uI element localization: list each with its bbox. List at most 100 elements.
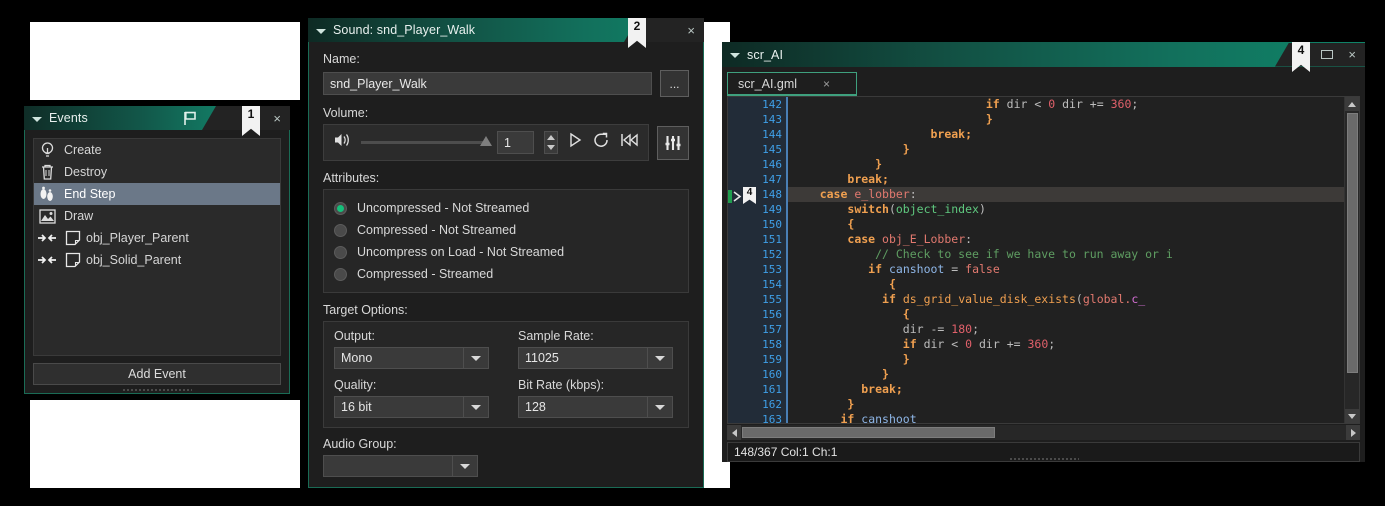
output-select[interactable]: Mono: [334, 347, 489, 369]
attribute-option-uncompressed-not-streamed[interactable]: Uncompressed - Not Streamed: [334, 197, 678, 219]
code-line[interactable]: if canshoot: [788, 412, 1344, 423]
code-close-button[interactable]: ×: [1339, 43, 1365, 67]
code-line[interactable]: case obj_E_Lobber:: [788, 232, 1344, 247]
code-horizontal-scrollbar[interactable]: [727, 425, 1360, 440]
event-item-draw[interactable]: Draw: [34, 205, 280, 227]
events-window[interactable]: Events × 1 Create: [24, 106, 290, 394]
code-token: [792, 412, 840, 423]
event-item-obj-solid-parent[interactable]: obj_Solid_Parent: [34, 249, 280, 271]
stepper-up-icon[interactable]: [545, 132, 557, 143]
event-item-create[interactable]: Create: [34, 139, 280, 161]
code-line[interactable]: }: [788, 142, 1344, 157]
code-line[interactable]: {: [788, 277, 1344, 292]
rewind-icon[interactable]: [620, 132, 639, 153]
volume-slider-thumb[interactable]: [480, 136, 492, 146]
resize-grip[interactable]: [122, 388, 192, 392]
quality-select[interactable]: 16 bit: [334, 396, 489, 418]
code-line[interactable]: }: [788, 112, 1344, 127]
attribute-option-compressed-not-streamed[interactable]: Compressed - Not Streamed: [334, 219, 678, 241]
chevron-down-icon[interactable]: [463, 347, 489, 369]
resize-grip[interactable]: [1009, 457, 1079, 461]
code-line[interactable]: case e_lobber:: [788, 187, 1344, 202]
code-token: [792, 352, 903, 366]
flag-icon[interactable]: [182, 111, 198, 126]
bit-rate-select[interactable]: 128: [518, 396, 673, 418]
collapse-triangle-icon[interactable]: [32, 117, 42, 122]
scroll-down-arrow-icon[interactable]: [1345, 409, 1360, 423]
code-token: [792, 247, 875, 261]
code-line[interactable]: }: [788, 352, 1344, 367]
chevron-down-icon[interactable]: [452, 455, 478, 477]
code-line[interactable]: {: [788, 217, 1344, 232]
code-token: [792, 112, 986, 126]
code-editor-window[interactable]: scr_AI × 4 scr_AI.gml ×: [722, 42, 1365, 462]
bookmark-marker[interactable]: 4: [743, 187, 756, 204]
code-line[interactable]: break;: [788, 172, 1344, 187]
radio-icon[interactable]: [334, 202, 347, 215]
sound-title-text: Sound: snd_Player_Walk: [333, 23, 475, 37]
scroll-right-arrow-icon[interactable]: [1346, 425, 1360, 440]
radio-icon[interactable]: [334, 246, 347, 259]
chevron-down-icon[interactable]: [647, 347, 673, 369]
code-editor-area[interactable]: 4 14214314414514614714814915015115215315…: [727, 96, 1360, 424]
maximize-button[interactable]: [1321, 50, 1333, 59]
radio-icon[interactable]: [334, 224, 347, 237]
browse-button[interactable]: ...: [660, 70, 689, 97]
code-titlebar[interactable]: scr_AI × 4: [722, 42, 1365, 67]
event-label: Destroy: [64, 165, 107, 179]
scroll-up-arrow-icon[interactable]: [1345, 97, 1360, 111]
event-item-end-step[interactable]: End Step: [34, 183, 280, 205]
event-item-destroy[interactable]: Destroy: [34, 161, 280, 183]
chevron-down-icon[interactable]: [647, 396, 673, 418]
equalizer-button[interactable]: [657, 126, 689, 160]
file-tab-close-icon[interactable]: ×: [823, 77, 830, 91]
collapse-triangle-icon[interactable]: [316, 29, 326, 34]
sound-window[interactable]: Sound: snd_Player_Walk × 2 Name: snd_Pla…: [308, 18, 704, 488]
horizontal-scroll-thumb[interactable]: [742, 427, 995, 438]
sound-titlebar[interactable]: Sound: snd_Player_Walk × 2: [308, 18, 704, 42]
stepper-down-icon[interactable]: [545, 143, 557, 154]
loop-icon[interactable]: [593, 132, 610, 153]
code-line[interactable]: if dir < 0 dir += 360;: [788, 337, 1344, 352]
volume-stepper[interactable]: [544, 131, 558, 154]
code-line[interactable]: break;: [788, 382, 1344, 397]
code-vertical-scrollbar[interactable]: [1344, 97, 1359, 423]
sound-name-input[interactable]: snd_Player_Walk: [323, 72, 652, 95]
events-titlebar[interactable]: Events × 1: [24, 106, 290, 130]
attribute-option-uncompress-on-load[interactable]: Uncompress on Load - Not Streamed: [334, 241, 678, 263]
file-tab-scr-ai-gml[interactable]: scr_AI.gml ×: [727, 72, 857, 96]
event-item-obj-player-parent[interactable]: obj_Player_Parent: [34, 227, 280, 249]
attribute-option-compressed-streamed[interactable]: Compressed - Streamed: [334, 263, 678, 285]
collapse-triangle-icon[interactable]: [730, 53, 740, 58]
sound-close-button[interactable]: ×: [678, 18, 704, 42]
code-line[interactable]: }: [788, 397, 1344, 412]
sample-rate-select[interactable]: 11025: [518, 347, 673, 369]
events-list[interactable]: Create Destroy End Step: [33, 138, 281, 356]
code-token: [1021, 337, 1028, 351]
radio-icon[interactable]: [334, 268, 347, 281]
code-token: [792, 142, 903, 156]
volume-toolbar[interactable]: 1: [323, 124, 649, 161]
volume-slider[interactable]: [361, 141, 487, 144]
code-line[interactable]: dir -= 180;: [788, 322, 1344, 337]
events-close-button[interactable]: ×: [264, 106, 290, 130]
code-line[interactable]: if canshoot = false: [788, 262, 1344, 277]
code-line[interactable]: switch(object_index): [788, 202, 1344, 217]
vertical-scroll-thumb[interactable]: [1347, 113, 1358, 373]
code-line[interactable]: }: [788, 367, 1344, 382]
chevron-down-icon[interactable]: [463, 396, 489, 418]
code-line[interactable]: {: [788, 307, 1344, 322]
code-line[interactable]: // Check to see if we have to run away o…: [788, 247, 1344, 262]
code-line[interactable]: break;: [788, 127, 1344, 142]
code-token: [792, 187, 820, 201]
code-line[interactable]: if dir < 0 dir += 360;: [788, 97, 1344, 112]
play-icon[interactable]: [568, 132, 583, 153]
scroll-left-arrow-icon[interactable]: [727, 425, 741, 440]
add-event-button[interactable]: Add Event: [33, 363, 281, 385]
audio-group-select[interactable]: [323, 455, 478, 477]
volume-value-input[interactable]: 1: [497, 131, 534, 154]
code-line[interactable]: }: [788, 157, 1344, 172]
code-text[interactable]: if dir < 0 dir += 360; } break; } } brea…: [788, 97, 1344, 423]
breakpoint-gutter[interactable]: 4: [728, 97, 756, 423]
code-line[interactable]: if ds_grid_value_disk_exists(global.c_: [788, 292, 1344, 307]
